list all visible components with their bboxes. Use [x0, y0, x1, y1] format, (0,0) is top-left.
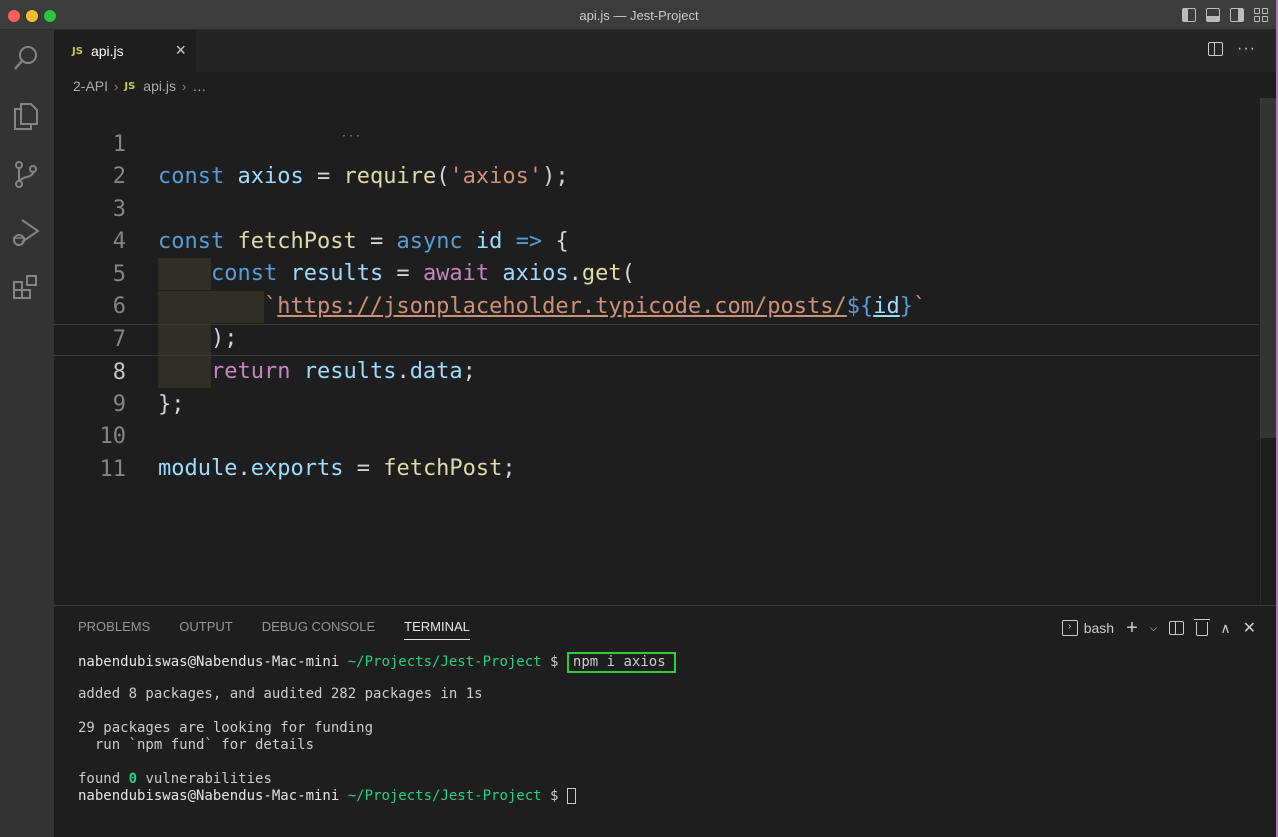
tab-terminal[interactable]: TERMINAL	[404, 619, 470, 640]
terminal-line: run `npm fund` for details	[78, 737, 315, 753]
toggle-panel-icon[interactable]	[1206, 8, 1220, 22]
panel-tab-bar: PROBLEMS OUTPUT DEBUG CONSOLE TERMINAL	[78, 619, 470, 640]
code-line[interactable]: 5 `https://jsonplaceholder.typicode.com/…	[54, 227, 1259, 323]
close-panel-icon[interactable]: ✕	[1243, 618, 1256, 638]
code-line[interactable]: 1 const axios = require('axios'); ···	[54, 97, 1259, 189]
search-icon[interactable]	[10, 42, 42, 74]
more-actions-icon[interactable]: ···	[1237, 41, 1256, 57]
explorer-icon[interactable]	[10, 100, 42, 132]
title-bar: api.js — Jest-Project	[0, 0, 1278, 30]
terminal-icon: ›	[1061, 620, 1078, 636]
maximize-panel-icon[interactable]: ∧	[1220, 620, 1230, 637]
activity-bar	[0, 30, 54, 837]
tab-problems[interactable]: PROBLEMS	[78, 619, 150, 640]
panel-actions: › bash + ⌵ ∧ ✕	[1061, 618, 1256, 638]
code-line[interactable]: 10 module.exports = fetchPost;	[54, 389, 1259, 481]
new-terminal-icon[interactable]: +	[1126, 618, 1138, 638]
customize-layout-icon[interactable]	[1254, 8, 1268, 22]
terminal-line: 29 packages are looking for funding	[78, 720, 374, 736]
code-line[interactable]: 6 );	[54, 259, 1259, 355]
js-file-icon: JS	[72, 45, 83, 57]
terminal-output[interactable]: nabendubiswas@Nabendus-Mac-mini ~/Projec…	[78, 652, 676, 805]
toggle-sidebar-icon[interactable]	[1182, 8, 1196, 22]
chevron-right-icon: ›	[114, 78, 119, 94]
split-editor-icon[interactable]	[1208, 42, 1224, 56]
code-line[interactable]: 4 const results = await axios.get(	[54, 194, 1259, 290]
tab-output[interactable]: OUTPUT	[179, 619, 232, 640]
window-title: api.js — Jest-Project	[579, 8, 699, 23]
terminal-line: nabendubiswas@Nabendus-Mac-mini ~/Projec…	[78, 652, 676, 673]
editor-tab-bar: JS api.js × ···	[54, 30, 1278, 72]
source-control-icon[interactable]	[10, 158, 42, 190]
editor-area: JS api.js × ··· 2-API › JS api.js › … 1 …	[54, 30, 1278, 605]
extensions-icon[interactable]	[10, 272, 42, 304]
split-terminal-icon[interactable]	[1169, 621, 1185, 635]
js-file-icon: JS	[124, 80, 136, 92]
layout-controls	[1182, 8, 1268, 22]
toggle-secondary-sidebar-icon[interactable]	[1230, 8, 1244, 22]
terminal-line: found 0 vulnerabilities	[78, 771, 272, 787]
tab-api-js[interactable]: JS api.js ×	[54, 30, 196, 72]
code-line[interactable]: 3 const fetchPost = async id => {	[54, 162, 1259, 254]
tab-label: api.js	[90, 43, 124, 59]
breadcrumb-symbol[interactable]: …	[192, 78, 206, 94]
shell-name: bash	[1083, 620, 1115, 636]
breadcrumb: 2-API › JS api.js › …	[73, 76, 206, 96]
breadcrumb-folder[interactable]: 2-API	[73, 78, 108, 94]
terminal-cursor	[566, 788, 576, 804]
code-line-active[interactable]: 8 };	[54, 324, 1259, 417]
highlighted-command: npm i axios	[566, 652, 676, 673]
run-debug-icon[interactable]	[10, 216, 42, 248]
code-line[interactable]: 2	[54, 129, 1259, 189]
terminal-line: nabendubiswas@Nabendus-Mac-mini ~/Projec…	[78, 788, 676, 805]
code-line[interactable]: 9	[54, 357, 1259, 417]
editor-actions: ···	[1208, 41, 1256, 57]
chevron-right-icon: ›	[181, 78, 187, 94]
close-tab-icon[interactable]: ×	[175, 41, 186, 59]
bottom-panel: PROBLEMS OUTPUT DEBUG CONSOLE TERMINAL ›…	[54, 605, 1278, 837]
code-line[interactable]: 7 return results.data;	[54, 292, 1259, 388]
terminal-selector[interactable]: › bash	[1061, 620, 1115, 636]
code-text: module.exports = fetchPost;	[158, 456, 516, 481]
terminal-line: added 8 packages, and audited 282 packag…	[78, 686, 483, 702]
trash-icon[interactable]	[1194, 619, 1211, 636]
breadcrumb-file[interactable]: api.js	[143, 78, 176, 94]
code-line[interactable]: 11	[54, 422, 1259, 482]
chevron-down-icon[interactable]: ⌵	[1150, 623, 1158, 634]
tab-debug-console[interactable]: DEBUG CONSOLE	[262, 619, 375, 640]
line-number: 11	[99, 457, 127, 482]
